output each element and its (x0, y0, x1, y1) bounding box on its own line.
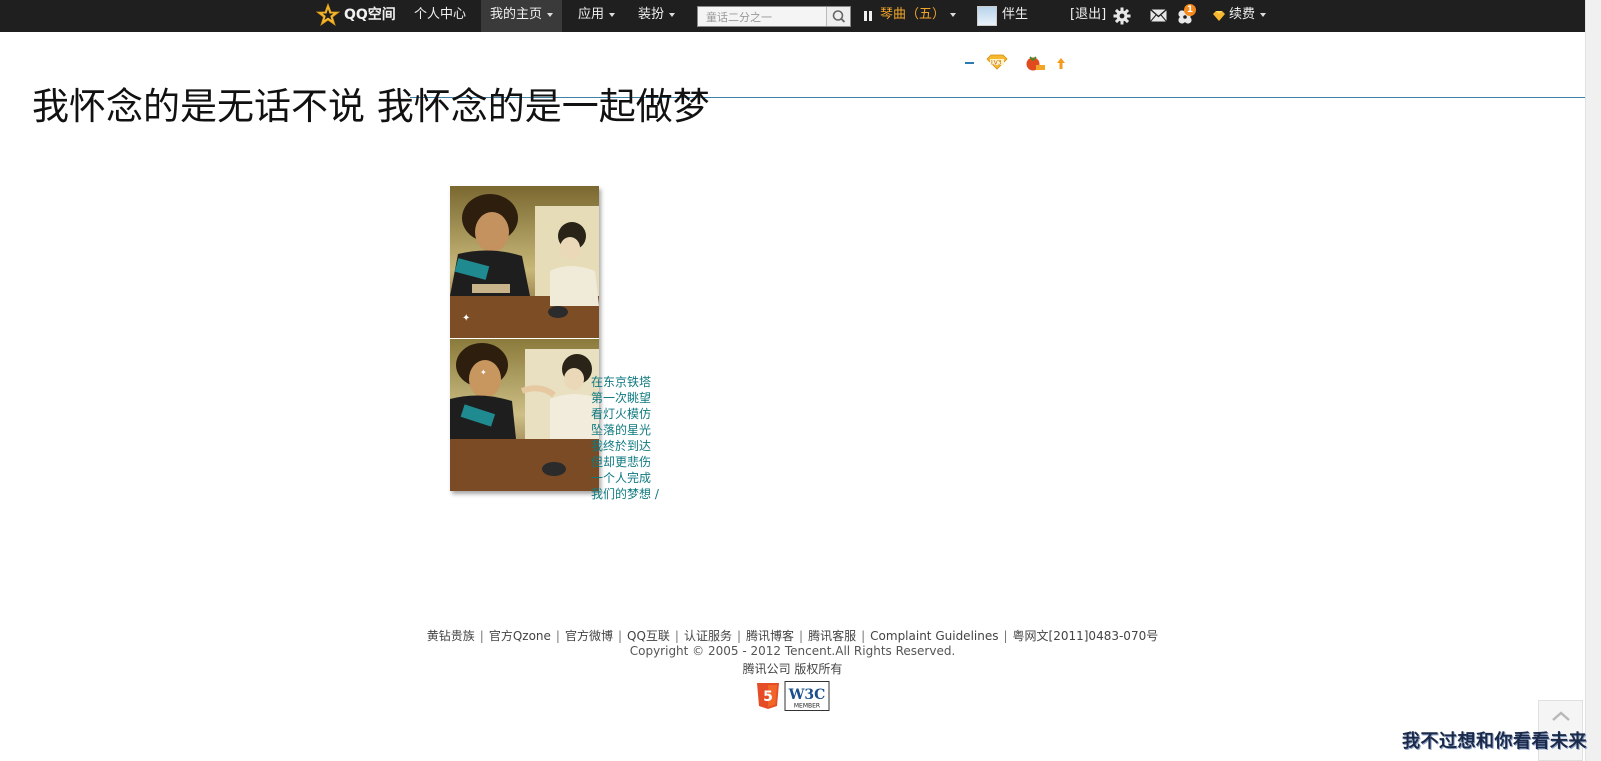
chevron-down-icon (669, 12, 676, 17)
copyright-text: Copyright © 2005 - 2012 Tencent.All Righ… (629, 644, 956, 658)
nav-decorate[interactable]: 装扮 (638, 0, 676, 32)
poem-line: 但却更悲伤 (591, 455, 652, 469)
footer-separator: | (479, 629, 484, 643)
nav-apps[interactable]: 应用 (578, 0, 616, 32)
search-box (697, 6, 851, 27)
footer-link-tencent-blog[interactable]: 腾讯博客 (746, 629, 794, 643)
upgrade-arrow-icon[interactable] (1057, 58, 1065, 69)
vip-level-icon[interactable]: LV3 (986, 54, 1008, 70)
svg-text:✦: ✦ (480, 368, 487, 377)
company-text: 腾讯公司 版权所有 (742, 662, 843, 676)
qzone-star-icon[interactable] (316, 3, 340, 27)
nav-apps-label: 应用 (578, 7, 605, 22)
poem-line: 在东京铁塔 (591, 375, 652, 389)
poem-line: 我终於到达 (591, 439, 652, 453)
standards-badges: 5 W3C MEMBER (757, 681, 830, 711)
chevron-down-icon (547, 12, 554, 17)
renew-vip-link[interactable]: 续费 (1229, 0, 1267, 32)
footer-separator: | (617, 629, 623, 643)
svg-text:5: 5 (763, 689, 773, 705)
chevron-down-icon (950, 12, 957, 17)
w3c-badge-text: W3C (788, 687, 826, 703)
svg-text:LV3: LV3 (991, 60, 1002, 67)
nav-decorate-label: 装扮 (638, 7, 665, 22)
footer-separator: | (1003, 629, 1008, 643)
vertical-scrollbar[interactable] (1585, 0, 1601, 761)
poem-line: 一个人完成 (591, 471, 652, 485)
nav-my-home-label: 我的主页 (490, 7, 543, 22)
footer-separator: | (674, 629, 679, 643)
chevron-down-icon (1260, 12, 1267, 17)
corner-lyric-text: 我不过想和你看看未来 (1402, 731, 1587, 752)
photo-bottom: ✦ (450, 339, 599, 491)
w3c-member-icon[interactable]: W3C MEMBER (784, 681, 830, 711)
minimize-icon[interactable] (965, 62, 974, 64)
poem-line: 第一次眺望 (591, 391, 652, 405)
music-title-text: 琴曲（五） (880, 7, 946, 22)
svg-text:✦: ✦ (462, 313, 470, 324)
gear-icon[interactable] (1113, 7, 1131, 25)
w3c-badge-subtext: MEMBER (794, 703, 820, 710)
music-pause-icon[interactable] (864, 11, 872, 21)
footer-links: 黄钻贵族 | 官方Qzone | 官方微博 | QQ互联 | 认证服务 | 腾讯博客 | 腾讯客服 | Co… (0, 627, 1585, 644)
user-name-link[interactable]: 伴生 (1002, 0, 1028, 32)
chevron-down-icon (609, 12, 616, 17)
renew-label: 续费 (1229, 7, 1256, 22)
poem-line: 我们的梦想 / (591, 487, 659, 501)
logout-link[interactable]: [退出] (1070, 0, 1106, 32)
poem-line: 看灯火模仿 (591, 407, 652, 421)
nav-personal-center[interactable]: 个人中心 (414, 0, 466, 32)
photo-top: ✦ (450, 186, 599, 338)
music-player-title[interactable]: 琴曲（五） (880, 0, 957, 32)
footer-link-qq-connect[interactable]: QQ互联 (627, 629, 670, 643)
tomato-icon[interactable] (1026, 56, 1046, 71)
footer-link-official-weibo[interactable]: 官方微博 (565, 629, 613, 643)
photo-collage: ✦ ✦ (450, 186, 599, 491)
footer-separator: | (555, 629, 560, 643)
top-navigation-bar: QQ空间 个人中心 我的主页 应用 装扮 琴曲（五） 伴生 [退出] (0, 0, 1585, 32)
magnifier-icon (832, 10, 846, 23)
footer-separator: | (861, 629, 866, 643)
search-input[interactable] (698, 7, 826, 26)
footer-link-customer-service[interactable]: 腾讯客服 (808, 629, 856, 643)
footer-separator: | (799, 629, 804, 643)
html5-icon[interactable]: 5 (757, 683, 779, 709)
footer-separator: | (736, 629, 742, 643)
search-button[interactable] (826, 7, 850, 26)
footer-link-yellow-diamond[interactable]: 黄钻贵族 (427, 629, 475, 643)
page-title: 我怀念的是无话不说 我怀念的是一起做梦 (32, 85, 710, 128)
footer-link-license[interactable]: 粤网文[2011]0483-070号 (1013, 629, 1159, 643)
footer-link-complaint-guidelines[interactable]: Complaint Guidelines (870, 629, 998, 643)
notification-badge: 1 (1184, 4, 1196, 16)
qzone-logo-text[interactable]: QQ空间 (344, 0, 396, 32)
footer-link-official-qzone[interactable]: 官方Qzone (489, 629, 551, 643)
footer-link-certification[interactable]: 认证服务 (684, 629, 732, 643)
envelope-icon[interactable] (1150, 9, 1167, 22)
diamond-icon (1213, 11, 1225, 21)
vip-status-icons: LV3 (965, 54, 1065, 71)
poem-line: 坠落的星光 (591, 423, 652, 437)
user-avatar[interactable] (977, 6, 997, 26)
poem-block: 在东京铁塔 第一次眺望 看灯火模仿 坠落的星光 我终於到达 但却更悲伤 一个人完… (591, 374, 681, 502)
nav-my-home[interactable]: 我的主页 (481, 0, 563, 32)
